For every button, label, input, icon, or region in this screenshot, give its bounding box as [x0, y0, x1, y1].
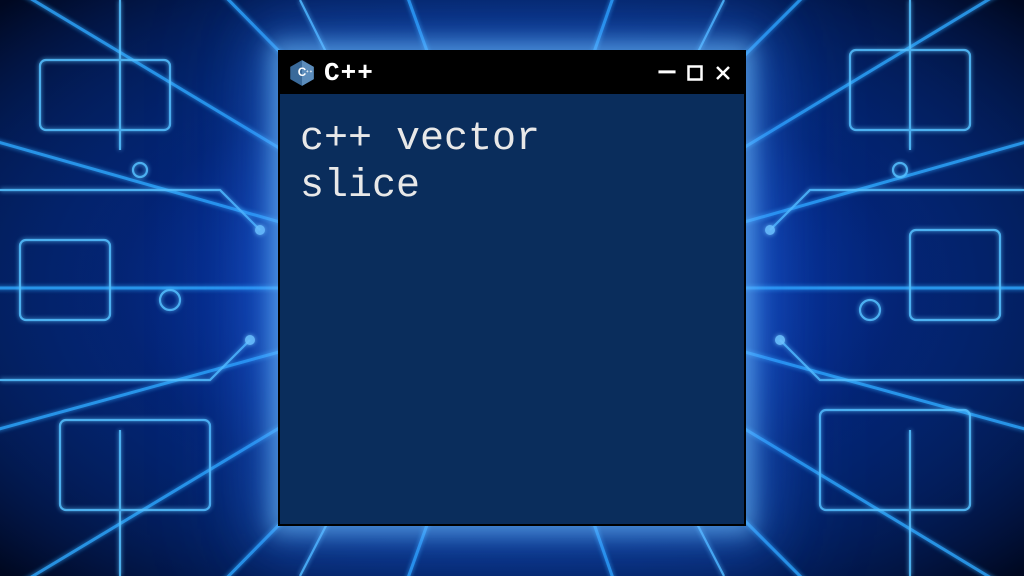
title-bar[interactable]: C + + C++ [280, 52, 744, 94]
svg-text:C: C [298, 66, 307, 79]
minimize-button[interactable] [656, 56, 678, 78]
terminal-window: C + + C++ c++ vector slice [278, 50, 746, 526]
content-line-2: slice [300, 163, 724, 210]
maximize-button[interactable] [684, 62, 706, 84]
svg-text:+: + [306, 69, 309, 74]
svg-text:+: + [310, 69, 313, 74]
close-button[interactable] [712, 62, 734, 84]
window-title: C++ [324, 58, 648, 88]
content-line-1: c++ vector [300, 116, 724, 163]
window-controls [656, 62, 734, 84]
terminal-content: c++ vector slice [280, 94, 744, 524]
cpp-logo-icon: C + + [288, 59, 316, 87]
